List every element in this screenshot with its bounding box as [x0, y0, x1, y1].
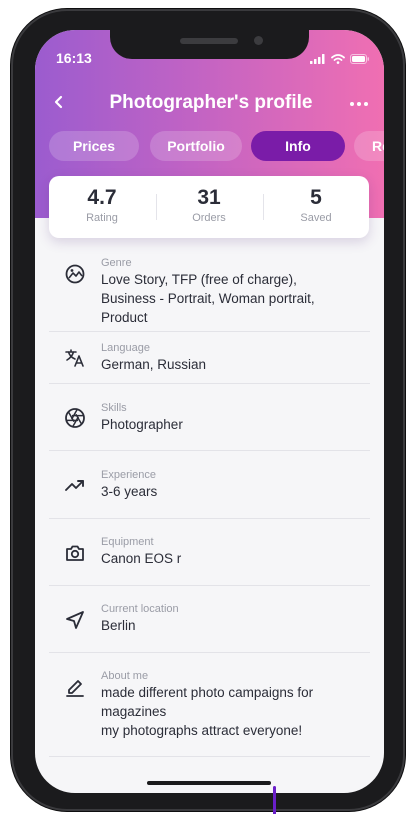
navigation-icon: [63, 608, 87, 632]
status-time: 16:13: [56, 50, 92, 66]
info-row-experience[interactable]: Experience 3-6 years: [49, 451, 370, 519]
stats-card: 4.7 Rating 31 Orders 5 Saved: [49, 176, 369, 238]
info-row-genre[interactable]: Genre Love Story, TFP (free of charge), …: [49, 248, 370, 332]
page-title: Photographer's profile: [109, 92, 313, 113]
info-value: magazines: [101, 704, 167, 719]
edit-icon: [63, 675, 87, 699]
side-button: [16, 123, 22, 155]
side-button: [16, 183, 22, 247]
status-icons: [310, 51, 370, 69]
stat-saved: 5 Saved: [263, 176, 369, 238]
screen: 16:13 Photographer's profile Prices Port…: [35, 30, 384, 793]
stat-value: 4.7: [87, 186, 117, 209]
info-value: my photographs attract everyone!: [101, 723, 303, 738]
battery-icon: [350, 51, 370, 69]
side-button: [16, 257, 22, 317]
stat-value: 31: [197, 186, 221, 209]
stat-label: Saved: [300, 212, 332, 224]
stat-value: 5: [310, 186, 322, 209]
info-list: Genre Love Story, TFP (free of charge), …: [49, 248, 370, 757]
tab-prices[interactable]: Prices: [49, 131, 139, 161]
back-button[interactable]: [53, 92, 73, 116]
stat-label: Rating: [86, 212, 118, 224]
tab-reviews[interactable]: Re: [354, 131, 384, 161]
info-text: Current location Berlin: [101, 602, 370, 635]
trending-up-icon: [63, 473, 87, 497]
info-value: Love Story, TFP (free of charge),: [101, 272, 297, 287]
aperture-icon: [63, 406, 87, 430]
camera-icon: [63, 541, 87, 565]
signal-icon: [310, 51, 326, 69]
info-label: Skills: [101, 402, 127, 414]
info-row-skills[interactable]: Skills Photographer: [49, 384, 370, 451]
stat-rating: 4.7 Rating: [49, 176, 155, 238]
palette-icon: [63, 262, 87, 286]
stage: 16:13 Photographer's profile Prices Port…: [0, 0, 406, 814]
stat-orders: 31 Orders: [156, 176, 262, 238]
info-row-location[interactable]: Current location Berlin: [49, 586, 370, 653]
tab-portfolio[interactable]: Portfolio: [150, 131, 242, 161]
info-row-about[interactable]: About me made different photo campaigns …: [49, 653, 370, 757]
info-label: Experience: [101, 469, 157, 481]
info-value: Photographer: [101, 417, 183, 432]
info-value: Business - Portrait, Woman portrait,: [101, 291, 315, 306]
info-row-language[interactable]: Language German, Russian: [49, 332, 370, 384]
translate-icon: [63, 346, 87, 370]
info-text: Genre Love Story, TFP (free of charge), …: [101, 256, 370, 327]
info-value: 3-6 years: [101, 484, 158, 499]
info-text: Experience 3-6 years: [101, 468, 370, 501]
info-row-equipment[interactable]: Equipment Canon EOS r: [49, 519, 370, 586]
info-value: Product: [101, 310, 148, 325]
info-label: About me: [101, 670, 149, 682]
more-button[interactable]: [346, 90, 372, 116]
tab-info[interactable]: Info: [251, 131, 345, 161]
info-value: German, Russian: [101, 357, 207, 372]
info-label: Genre: [101, 257, 132, 269]
info-value: made different photo campaigns for: [101, 685, 314, 700]
decor-line: [273, 786, 276, 814]
speaker: [180, 38, 238, 44]
info-label: Current location: [101, 603, 179, 615]
wifi-icon: [331, 51, 345, 69]
front-camera: [254, 36, 263, 45]
info-text: Language German, Russian: [101, 341, 370, 374]
info-value: Berlin: [101, 618, 136, 633]
chevron-left-icon: [54, 95, 63, 109]
stat-label: Orders: [192, 212, 226, 224]
info-text: About me made different photo campaigns …: [101, 669, 370, 740]
info-value: Canon EOS r: [101, 551, 182, 566]
tab-bar: Prices Portfolio Info Re: [49, 131, 384, 161]
info-text: Skills Photographer: [101, 401, 370, 434]
info-label: Language: [101, 342, 150, 354]
notch: [110, 30, 309, 59]
home-indicator[interactable]: [147, 781, 271, 785]
info-text: Equipment Canon EOS r: [101, 535, 370, 568]
more-dots-icon: [350, 102, 368, 106]
info-label: Equipment: [101, 536, 154, 548]
